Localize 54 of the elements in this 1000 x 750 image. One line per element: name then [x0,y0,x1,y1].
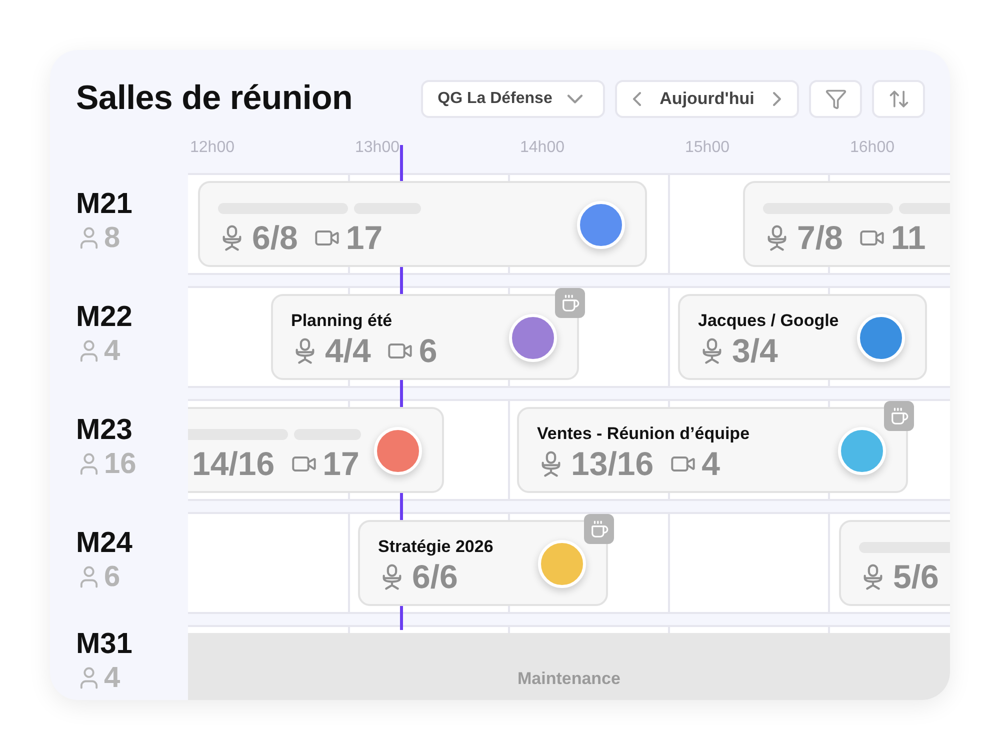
seats-count: 13/16 [571,445,654,483]
room-capacity: 4 [104,336,120,366]
booking-card[interactable]: Jacques / Google 3/4 [678,294,927,380]
avatar [838,427,886,475]
sort-icon [888,88,910,110]
booking-card[interactable]: Stratégie 2026 6/6 [358,520,608,606]
seats-count: 5/6 [893,558,939,596]
room-name: M21 [76,189,134,219]
booking-card[interactable]: Planning été 4/4 6 [271,294,579,380]
video-count: 17 [346,219,383,257]
booking-title: Planning été [291,310,394,332]
avatar [374,427,422,475]
hour-label: 16h00 [850,138,896,158]
room-capacity: 4 [104,663,120,693]
hour-label: 13h00 [355,138,400,158]
location-dropdown[interactable]: QG La Défense [421,80,605,118]
hour-label: 12h00 [190,138,236,158]
seats-count: 6/8 [252,219,298,257]
sort-button[interactable] [872,80,925,118]
room-name: M22 [76,302,134,332]
booking-card[interactable]: Ventes - Réunion d’équipe 13/16 4 [517,407,908,493]
coffee-cup-icon [890,406,908,426]
filter-icon [824,88,846,110]
avatar [857,314,905,362]
room-capacity: 6 [104,562,120,592]
video-count: 6 [418,332,438,370]
room-name: M23 [76,415,134,445]
video-count: 11 [890,219,926,257]
seats-count: 14/16 [192,445,275,483]
hour-label: 14h00 [520,138,566,158]
room-capacity: 8 [104,223,120,253]
avatar [538,540,586,588]
filter-button[interactable] [809,80,862,118]
booking-title: Stratégie 2026 [378,536,494,558]
video-count: 4 [702,445,720,483]
seats-count: 7/8 [797,219,843,257]
room-name: M24 [76,528,134,558]
avatar [577,201,625,249]
seats-count: 3/4 [732,332,778,370]
seats-count: 6/6 [412,558,458,596]
page-title: Salles de réunion [76,79,354,118]
room-name: M31 [76,629,134,659]
date-navigator[interactable]: Aujourd'hui [615,80,799,118]
booking-title: Jacques / Google [698,310,840,332]
seats-count: 4/4 [325,332,371,370]
coffee-cup-icon [590,520,608,538]
room-capacity: 16 [104,449,136,479]
video-count: 17 [322,445,360,483]
booking-title: Ventes - Réunion d’équipe [537,423,751,445]
coffee-cup-icon [560,294,580,312]
avatar [509,314,557,362]
maintenance-label: Maintenance [518,669,620,690]
date-label: Aujourd'hui [660,88,754,108]
hour-label: 15h00 [685,138,730,158]
